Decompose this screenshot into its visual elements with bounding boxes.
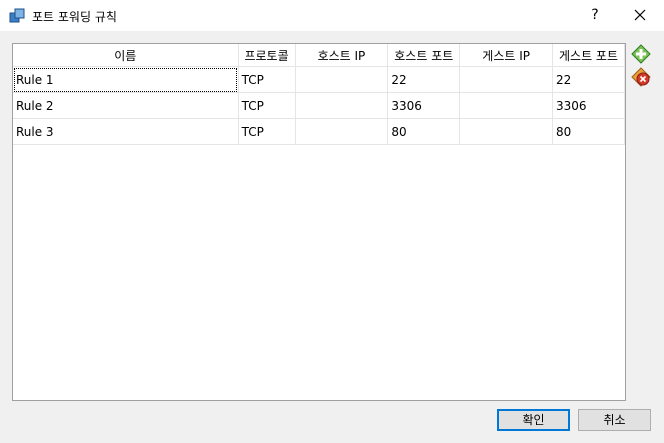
cell-name[interactable]: Rule 2: [13, 92, 239, 119]
cell-protocol[interactable]: TCP: [238, 92, 296, 119]
cell-guest-ip[interactable]: [459, 92, 554, 119]
cell-host-port[interactable]: 3306: [387, 92, 461, 119]
remove-rule-icon: [631, 67, 651, 87]
column-header-protocol[interactable]: 프로토콜: [238, 44, 296, 67]
ok-button[interactable]: 확인: [497, 409, 570, 431]
close-button[interactable]: [624, 0, 656, 31]
column-header-guest-ip[interactable]: 게스트 IP: [459, 44, 554, 67]
cell-guest-port[interactable]: 3306: [552, 92, 625, 119]
cell-host-port[interactable]: 80: [387, 118, 461, 145]
help-button[interactable]: ?: [580, 0, 610, 31]
cell-guest-ip[interactable]: [459, 66, 554, 93]
cell-host-port[interactable]: 22: [387, 66, 461, 93]
column-header-host-port[interactable]: 호스트 포트: [387, 44, 461, 67]
table-row[interactable]: Rule 1 TCP 22 22: [13, 66, 625, 93]
cell-host-ip[interactable]: [295, 66, 389, 93]
cell-guest-port[interactable]: 80: [552, 118, 625, 145]
close-icon: [634, 9, 646, 21]
table-row[interactable]: Rule 3 TCP 80 80: [13, 118, 625, 145]
add-rule-icon: [631, 44, 651, 64]
cell-name[interactable]: Rule 1: [13, 66, 239, 93]
cell-host-ip[interactable]: [295, 92, 389, 119]
rules-table-frame: 이름 프로토콜 호스트 IP 호스트 포트 게스트 IP 게스트 포트 Rule…: [12, 43, 626, 401]
table-row[interactable]: Rule 2 TCP 3306 3306: [13, 92, 625, 119]
window-title: 포트 포워딩 규칙: [32, 10, 117, 24]
cell-protocol[interactable]: TCP: [238, 66, 296, 93]
rules-table: 이름 프로토콜 호스트 IP 호스트 포트 게스트 IP 게스트 포트 Rule…: [13, 44, 625, 145]
cancel-button[interactable]: 취소: [578, 409, 651, 431]
cell-guest-port[interactable]: 22: [552, 66, 625, 93]
cell-protocol[interactable]: TCP: [238, 118, 296, 145]
cell-host-ip[interactable]: [295, 118, 389, 145]
cell-guest-ip[interactable]: [459, 118, 554, 145]
add-rule-button[interactable]: [631, 44, 651, 64]
column-header-host-ip[interactable]: 호스트 IP: [295, 44, 389, 67]
port-forward-icon: [9, 8, 25, 24]
remove-rule-button[interactable]: [631, 67, 651, 87]
column-header-name[interactable]: 이름: [13, 44, 239, 67]
table-header: 이름 프로토콜 호스트 IP 호스트 포트 게스트 IP 게스트 포트: [13, 44, 625, 67]
title-bar: 포트 포워딩 규칙 ?: [0, 0, 664, 31]
cell-name[interactable]: Rule 3: [13, 118, 239, 145]
column-header-guest-port[interactable]: 게스트 포트: [552, 44, 625, 67]
